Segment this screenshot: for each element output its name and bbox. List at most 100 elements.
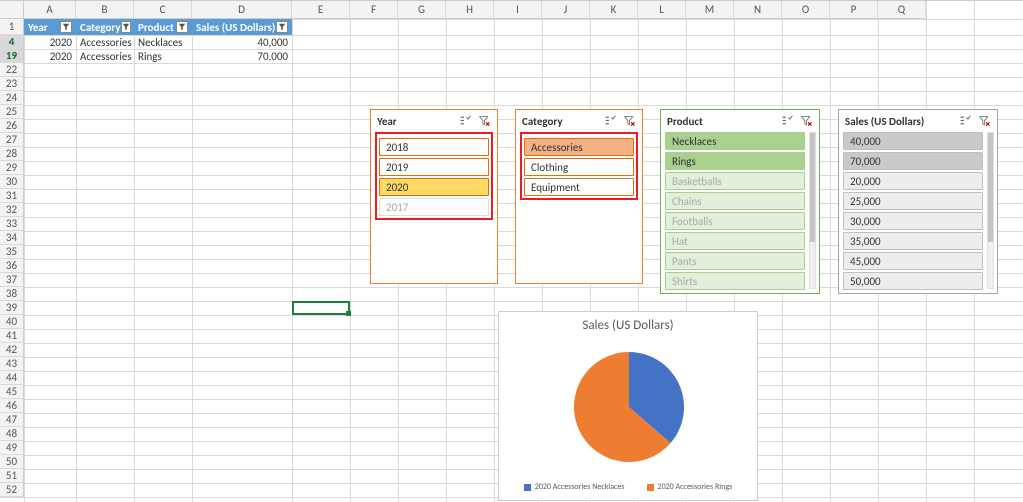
slicer-item[interactable]: 2018 — [379, 138, 489, 156]
col-header[interactable]: H — [446, 1, 494, 19]
row-header[interactable]: 43 — [0, 357, 24, 371]
slicer-item[interactable]: 2017 — [379, 198, 489, 216]
filter-dropdown-icon[interactable] — [60, 21, 72, 33]
slicer-item[interactable]: 30,000 — [843, 212, 983, 230]
slicer-item[interactable]: Pants — [665, 252, 805, 270]
row-header[interactable]: 29 — [0, 161, 24, 175]
slicer-item[interactable]: 45,000 — [843, 252, 983, 270]
slicer-sales[interactable]: Sales (US Dollars) 40,00070,00020,00025,… — [838, 109, 998, 294]
slicer-item[interactable]: Footballs — [665, 212, 805, 230]
row-header[interactable]: 51 — [0, 469, 24, 483]
col-header[interactable]: D — [192, 1, 292, 19]
slicer-item[interactable]: Clothing — [524, 158, 634, 176]
clear-filter-icon[interactable] — [478, 115, 491, 128]
row-header[interactable]: 22 — [0, 63, 24, 77]
slicer-item[interactable]: Accessories — [524, 138, 634, 156]
cell[interactable]: 40,000 — [192, 35, 292, 49]
cell[interactable]: Accessories — [76, 49, 134, 63]
slicer-item[interactable]: 70,000 — [843, 152, 983, 170]
row-header[interactable]: 52 — [0, 483, 24, 497]
clear-filter-icon[interactable] — [978, 115, 991, 128]
row-header[interactable]: 45 — [0, 385, 24, 399]
cell[interactable]: 2020 — [24, 35, 76, 49]
scrollbar[interactable] — [809, 132, 816, 289]
row-header[interactable]: 31 — [0, 189, 24, 203]
slicer-item[interactable]: Rings — [665, 152, 805, 170]
multiselect-icon[interactable] — [459, 115, 472, 128]
row-header[interactable]: 44 — [0, 371, 24, 385]
col-header[interactable]: B — [76, 1, 134, 19]
slicer-item[interactable]: Necklaces — [665, 132, 805, 150]
row-header[interactable]: 40 — [0, 315, 24, 329]
clear-filter-icon[interactable] — [800, 115, 813, 128]
multiselect-icon[interactable] — [781, 115, 794, 128]
slicer-item[interactable]: 25,000 — [843, 192, 983, 210]
spreadsheet[interactable]: ABCDEFGHIJKLMNOPQ14192223242526272829303… — [0, 0, 1023, 502]
row-header[interactable]: 34 — [0, 231, 24, 245]
fill-handle[interactable] — [346, 311, 351, 316]
filter-dropdown-icon[interactable] — [276, 21, 288, 33]
col-header[interactable]: C — [134, 1, 192, 19]
slicer-item[interactable]: Hat — [665, 232, 805, 250]
filter-dropdown-icon[interactable] — [121, 21, 131, 33]
row-header[interactable]: 28 — [0, 147, 24, 161]
row-header[interactable]: 48 — [0, 427, 24, 441]
slicer-item[interactable]: 20,000 — [843, 172, 983, 190]
col-header[interactable]: K — [590, 1, 638, 19]
cell[interactable]: Rings — [134, 49, 192, 63]
row-header[interactable]: 4 — [0, 35, 24, 49]
row-header[interactable]: 46 — [0, 399, 24, 413]
row-header[interactable]: 47 — [0, 413, 24, 427]
row-header[interactable]: 25 — [0, 105, 24, 119]
row-header[interactable]: 1 — [0, 19, 24, 35]
col-header[interactable]: O — [782, 1, 830, 19]
row-header[interactable]: 49 — [0, 441, 24, 455]
multiselect-icon[interactable] — [604, 115, 617, 128]
col-header[interactable]: M — [686, 1, 734, 19]
row-header[interactable]: 37 — [0, 273, 24, 287]
row-header[interactable]: 50 — [0, 455, 24, 469]
table-header[interactable]: Product — [134, 19, 192, 35]
slicer-item[interactable]: Chains — [665, 192, 805, 210]
table-header[interactable]: Sales (US Dollars) — [192, 19, 292, 35]
filter-dropdown-icon[interactable] — [176, 21, 188, 33]
row-header[interactable]: 32 — [0, 203, 24, 217]
col-header[interactable]: N — [734, 1, 782, 19]
pie-chart[interactable]: Sales (US Dollars) 2020 Accessories Neck… — [498, 311, 758, 501]
col-header[interactable]: Q — [878, 1, 926, 19]
col-header[interactable]: F — [350, 1, 398, 19]
row-header[interactable]: 30 — [0, 175, 24, 189]
slicer-item[interactable]: Shirts — [665, 272, 805, 290]
slicer-item[interactable]: 40,000 — [843, 132, 983, 150]
slicer-category[interactable]: Category AccessoriesClothingEquipment — [515, 109, 643, 284]
slicer-item[interactable]: 35,000 — [843, 232, 983, 250]
table-header[interactable]: Year — [24, 19, 76, 35]
slicer-product[interactable]: Product NecklacesRingsBasketballsChainsF… — [660, 109, 820, 294]
col-header[interactable]: J — [542, 1, 590, 19]
row-header[interactable]: 35 — [0, 245, 24, 259]
col-header[interactable]: A — [24, 1, 76, 19]
select-all-corner[interactable] — [0, 1, 24, 19]
col-header[interactable]: P — [830, 1, 878, 19]
cell[interactable]: Necklaces — [134, 35, 192, 49]
col-header[interactable]: I — [494, 1, 542, 19]
row-header[interactable]: 26 — [0, 119, 24, 133]
slicer-item[interactable]: Equipment — [524, 178, 634, 196]
clear-filter-icon[interactable] — [623, 115, 636, 128]
row-header[interactable]: 19 — [0, 49, 24, 63]
table-header[interactable]: Category — [76, 19, 134, 35]
slicer-year[interactable]: Year 2018201920202017 — [370, 109, 498, 284]
slicer-item[interactable]: 2020 — [379, 178, 489, 196]
multiselect-icon[interactable] — [959, 115, 972, 128]
row-header[interactable]: 42 — [0, 343, 24, 357]
row-header[interactable]: 36 — [0, 259, 24, 273]
slicer-item[interactable]: 50,000 — [843, 272, 983, 290]
cell[interactable]: 70,000 — [192, 49, 292, 63]
scrollbar[interactable] — [987, 132, 994, 289]
row-header[interactable]: 41 — [0, 329, 24, 343]
cell[interactable]: Accessories — [76, 35, 134, 49]
slicer-item[interactable]: 2019 — [379, 158, 489, 176]
col-header[interactable]: E — [292, 1, 350, 19]
col-header[interactable]: L — [638, 1, 686, 19]
row-header[interactable]: 38 — [0, 287, 24, 301]
